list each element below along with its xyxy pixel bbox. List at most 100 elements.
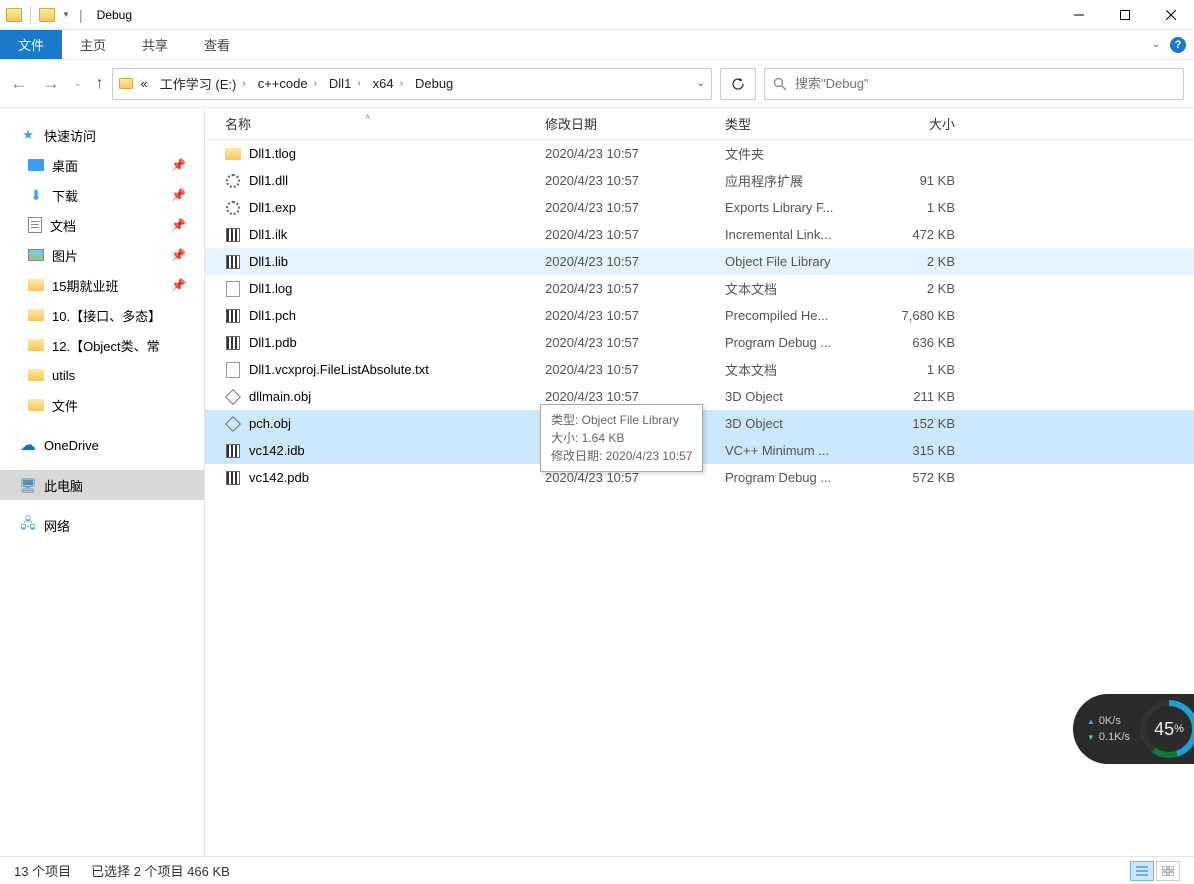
- file-type: Incremental Link...: [725, 227, 875, 242]
- sidebar-item[interactable]: 桌面📌: [0, 150, 204, 180]
- file-row[interactable]: Dll1.lib2020/4/23 10:57Object File Libra…: [205, 248, 1194, 275]
- file-row[interactable]: Dll1.exp2020/4/23 10:57Exports Library F…: [205, 194, 1194, 221]
- sidebar-this-pc[interactable]: 🖥 此电脑: [0, 470, 204, 500]
- file-size: 91 KB: [875, 173, 965, 188]
- file-size: 7,680 KB: [875, 308, 965, 323]
- sidebar-item[interactable]: 文档📌: [0, 210, 204, 240]
- help-icon[interactable]: ?: [1170, 37, 1186, 53]
- tooltip-type: 类型: Object File Library: [551, 411, 692, 429]
- txt-icon: [226, 362, 240, 378]
- sidebar-quick-access[interactable]: ★ 快速访问: [0, 120, 204, 150]
- nav-up-button[interactable]: ↑: [96, 75, 104, 93]
- file-size: 572 KB: [875, 470, 965, 485]
- file-size: 211 KB: [875, 389, 965, 404]
- maximize-button[interactable]: [1102, 0, 1148, 30]
- sidebar-item[interactable]: 10.【接口、多态】: [0, 300, 204, 330]
- chevron-right-icon: ›: [357, 78, 360, 89]
- app-icon: [6, 8, 22, 22]
- ribbon-expand-icon[interactable]: ⌄: [1152, 39, 1160, 50]
- sidebar-item-label: 文档: [50, 216, 76, 235]
- minimize-button[interactable]: [1056, 0, 1102, 30]
- nav-history-dropdown[interactable]: ⌄: [74, 78, 82, 89]
- file-type: Precompiled He...: [725, 308, 875, 323]
- sidebar: ★ 快速访问 桌面📌⬇下载📌文档📌图片📌15期就业班📌10.【接口、多态】12.…: [0, 108, 205, 856]
- sidebar-item[interactable]: 图片📌: [0, 240, 204, 270]
- file-size: 2 KB: [875, 254, 965, 269]
- breadcrumb-seg-2[interactable]: Dll1›: [325, 74, 365, 93]
- network-icon: 🖧: [20, 517, 36, 533]
- sidebar-item-label: 图片: [52, 246, 78, 265]
- address-bar[interactable]: « 工作学习 (E:)› c++code› Dll1› x64› Debug ⌄: [112, 68, 712, 100]
- sidebar-item[interactable]: 15期就业班📌: [0, 270, 204, 300]
- breadcrumb-seg-4[interactable]: Debug: [411, 74, 457, 93]
- file-name: Dll1.tlog: [249, 146, 296, 161]
- ribbon-tab-share[interactable]: 共享: [124, 30, 186, 59]
- breadcrumb-seg-1[interactable]: c++code›: [254, 74, 321, 93]
- ribbon: 文件 主页 共享 查看 ⌄ ?: [0, 30, 1194, 60]
- titlebar: ▼ | Debug: [0, 0, 1194, 30]
- file-row[interactable]: Dll1.vcxproj.FileListAbsolute.txt2020/4/…: [205, 356, 1194, 383]
- sidebar-item[interactable]: utils: [0, 360, 204, 390]
- addr-dropdown-icon[interactable]: ⌄: [697, 78, 705, 89]
- column-date[interactable]: 修改日期: [545, 114, 725, 133]
- sort-indicator-icon: ˄: [365, 112, 370, 122]
- file-size: 2 KB: [875, 281, 965, 296]
- view-icons-button[interactable]: [1156, 861, 1180, 881]
- sidebar-this-pc-label: 此电脑: [44, 476, 83, 495]
- file-date: 2020/4/23 10:57: [545, 308, 725, 323]
- file-row[interactable]: Dll1.pch2020/4/23 10:57Precompiled He...…: [205, 302, 1194, 329]
- img-icon: [28, 249, 44, 261]
- file-row[interactable]: Dll1.ilk 2020/4/23 10:57Incremental Link.…: [205, 221, 1194, 248]
- bin-icon: [226, 309, 240, 323]
- file-row[interactable]: Dll1.log2020/4/23 10:57文本文档2 KB: [205, 275, 1194, 302]
- ribbon-tab-file[interactable]: 文件: [0, 30, 62, 59]
- column-type[interactable]: 类型: [725, 114, 875, 133]
- close-button[interactable]: [1148, 0, 1194, 30]
- net-usage-ring: 45%: [1140, 700, 1194, 758]
- sidebar-item-label: utils: [52, 368, 75, 383]
- file-type: VC++ Minimum ...: [725, 443, 875, 458]
- file-name: Dll1.ilk: [249, 227, 287, 242]
- nav-forward-button[interactable]: →: [42, 73, 60, 94]
- network-speed-widget[interactable]: 0K/s 0.1K/s 45%: [1073, 694, 1194, 764]
- net-usage-pct: 45: [1154, 719, 1174, 740]
- refresh-button[interactable]: [720, 68, 756, 100]
- bin-icon: [226, 444, 240, 458]
- column-size[interactable]: 大小: [875, 114, 965, 133]
- file-row[interactable]: Dll1.dll2020/4/23 10:57应用程序扩展91 KB: [205, 167, 1194, 194]
- qat-folder-icon[interactable]: [39, 8, 55, 22]
- search-input[interactable]: [795, 76, 1175, 91]
- column-headers: 名称˄ 修改日期 类型 大小: [205, 108, 1194, 140]
- file-row[interactable]: Dll1.tlog2020/4/23 10:57文件夹: [205, 140, 1194, 167]
- file-name: Dll1.lib: [249, 254, 288, 269]
- file-name: dllmain.obj: [249, 389, 311, 404]
- view-details-button[interactable]: [1130, 861, 1154, 881]
- ribbon-tab-home[interactable]: 主页: [62, 30, 124, 59]
- file-date: 2020/4/23 10:57: [545, 227, 725, 242]
- folder-icon: [28, 309, 44, 321]
- nav-back-button[interactable]: ←: [10, 73, 28, 94]
- column-name[interactable]: 名称˄: [225, 114, 545, 133]
- file-tooltip: 类型: Object File Library 大小: 1.64 KB 修改日期…: [540, 404, 703, 472]
- sidebar-item[interactable]: ⬇下载📌: [0, 180, 204, 210]
- file-size: 1 KB: [875, 362, 965, 377]
- status-selection: 已选择 2 个项目 466 KB: [91, 861, 230, 880]
- file-date: 2020/4/23 10:57: [545, 470, 725, 485]
- breadcrumb-seg-0[interactable]: 工作学习 (E:)›: [156, 72, 250, 95]
- sidebar-onedrive-label: OneDrive: [44, 438, 99, 453]
- file-type: 3D Object: [725, 389, 875, 404]
- sidebar-item[interactable]: 文件: [0, 390, 204, 420]
- breadcrumb-prefix[interactable]: «: [137, 74, 152, 93]
- file-row[interactable]: Dll1.pdb2020/4/23 10:57Program Debug ...…: [205, 329, 1194, 356]
- sidebar-item[interactable]: 12.【Object类、常: [0, 330, 204, 360]
- file-type: Object File Library: [725, 254, 875, 269]
- sidebar-onedrive[interactable]: ☁ OneDrive: [0, 430, 204, 460]
- sidebar-network[interactable]: 🖧 网络: [0, 510, 204, 540]
- bin-icon: [226, 471, 240, 485]
- sidebar-item-label: 桌面: [52, 156, 78, 175]
- breadcrumb-seg-3[interactable]: x64›: [369, 74, 407, 93]
- tooltip-size: 大小: 1.64 KB: [551, 429, 692, 447]
- qat-dropdown-icon[interactable]: ▼: [61, 10, 71, 20]
- ribbon-tab-view[interactable]: 查看: [186, 30, 248, 59]
- search-box[interactable]: [764, 68, 1184, 100]
